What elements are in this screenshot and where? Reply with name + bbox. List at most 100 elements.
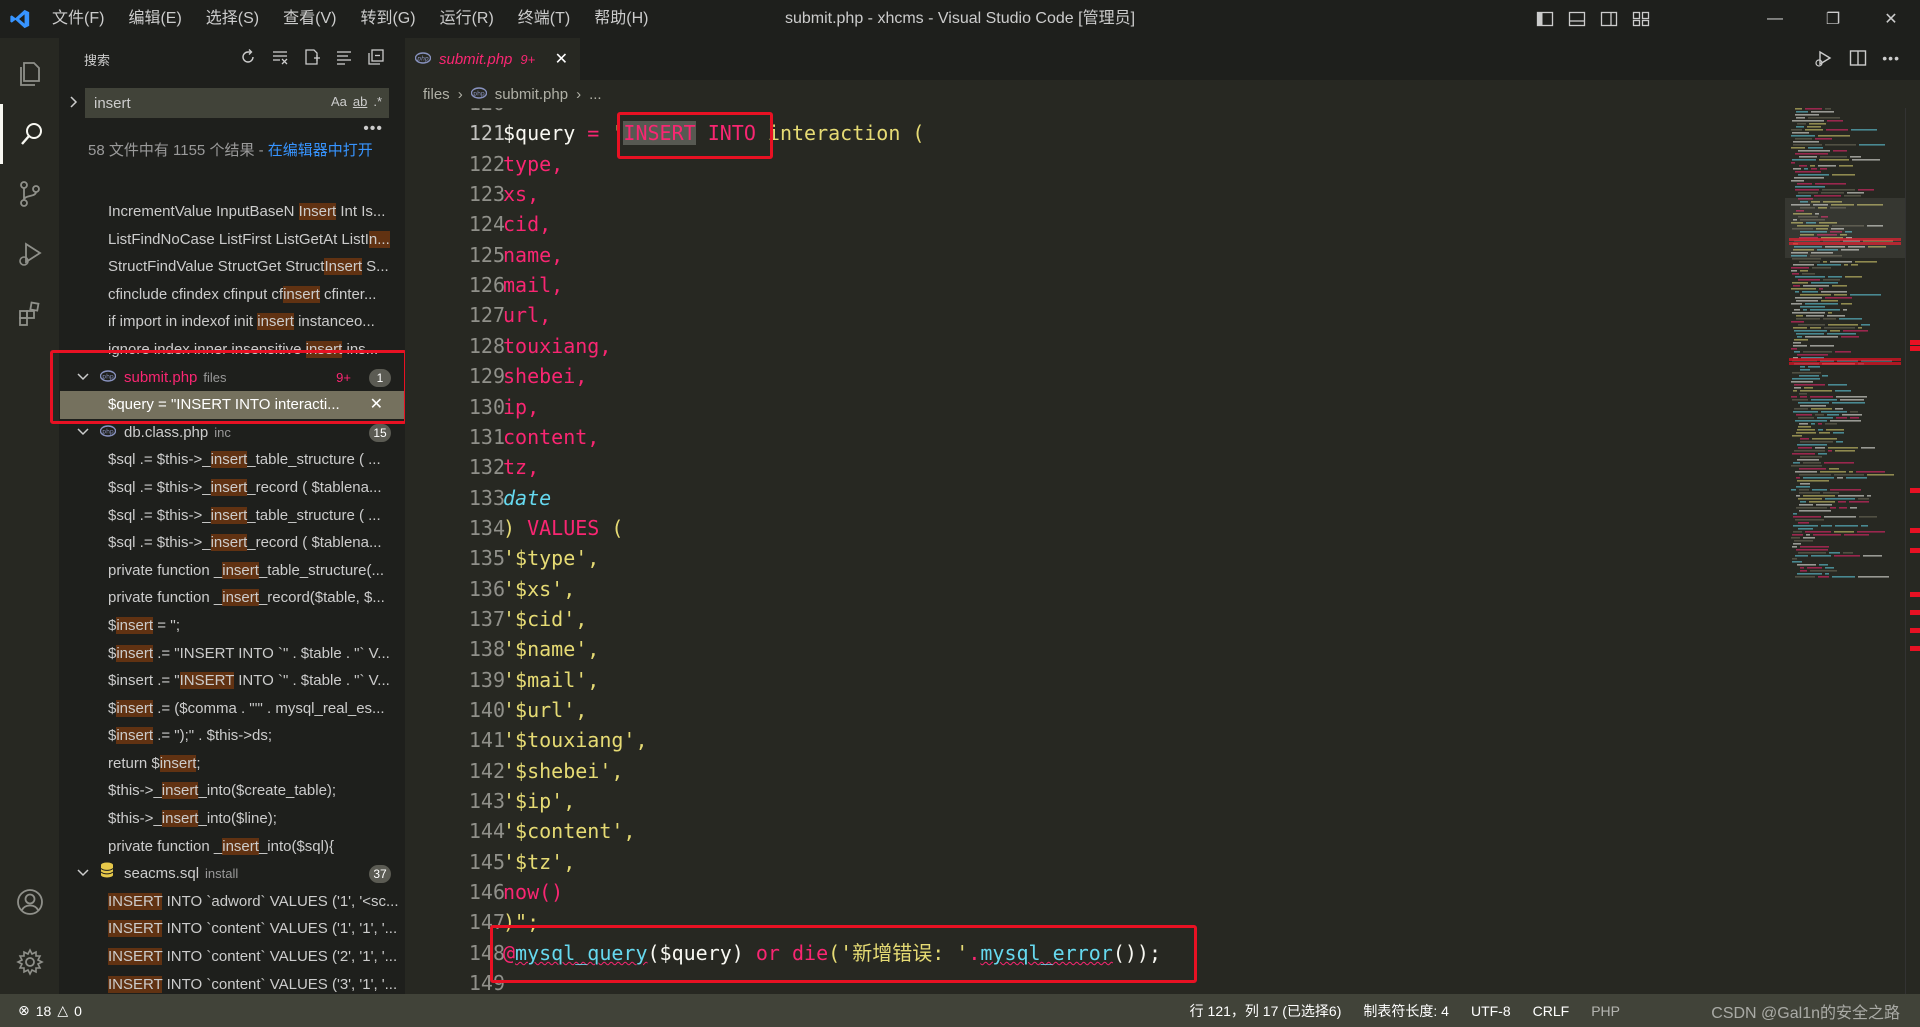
end-of-line[interactable]: CRLF [1533,1003,1570,1019]
problems-indicator[interactable]: ⊗ 18 △ 0 [18,1002,82,1019]
refresh-icon[interactable] [239,48,257,66]
menu-go[interactable]: 转到(G) [348,0,427,38]
result-line[interactable]: INSERT INTO `content` VALUES ('2', '1', … [60,943,405,971]
collapse-all-icon[interactable] [367,48,385,66]
indentation[interactable]: 制表符长度: 4 [1363,1001,1449,1021]
result-line[interactable]: $insert = ''; [60,612,405,640]
result-line[interactable]: INSERT INTO `content` VALUES ('3', '1', … [60,971,405,994]
editor-vertical-scrollbar[interactable] [1905,108,1920,994]
result-line[interactable]: $sql .= $this->_insert_record ( $tablena… [60,474,405,502]
code-line[interactable]: 145 '$tz', [405,847,575,877]
search-input[interactable] [86,89,286,117]
result-line[interactable]: $this->_insert_into($create_table); [60,777,405,805]
cursor-position[interactable]: 行 121，列 17 (已选择6) [1190,1001,1342,1021]
language-mode[interactable]: PHP [1591,1003,1620,1019]
result-line[interactable]: ignore index inner insensitive insert in… [60,336,405,364]
run-debug-icon[interactable] [0,224,60,284]
code-line[interactable]: 129 shebei, [405,361,587,391]
customize-layout-icon[interactable] [1632,10,1650,28]
code-line[interactable]: 122 type, [405,149,563,179]
menu-terminal[interactable]: 终端(T) [506,0,582,38]
result-line[interactable]: IncrementValue InputBaseN Insert Int Is.… [60,198,405,226]
code-line[interactable]: 121 $query = 'INSERT INTO interaction ( [405,118,924,148]
code-line[interactable]: 130 ip, [405,392,539,422]
result-line[interactable]: $insert .= ");" . $this->ds; [60,722,405,750]
code-line[interactable]: 120 [405,108,505,118]
menu-selection[interactable]: 选择(S) [194,0,271,38]
breadcrumb-symbol[interactable]: ... [589,86,602,103]
result-line[interactable]: cfinclude cfindex cfinput cfinsert cfint… [60,281,405,309]
code-line[interactable]: 143 '$ip', [405,786,575,816]
encoding[interactable]: UTF-8 [1471,1003,1511,1019]
clear-results-icon[interactable] [271,48,289,66]
toggle-panel-icon[interactable] [1568,10,1586,28]
result-line-selected[interactable]: $query = "INSERT INTO interacti... ✕ [60,391,405,419]
result-line[interactable]: ListFindNoCase ListFirst ListGetAt ListI… [60,226,405,254]
result-line[interactable]: INSERT INTO `adword` VALUES ('1', '<sc..… [60,888,405,916]
result-line[interactable]: $insert .= "INSERT INTO `" . $table . "`… [60,667,405,695]
result-line[interactable]: private function _insert_table_structure… [60,557,405,585]
code-line[interactable]: 146 now() [405,877,563,907]
menu-file[interactable]: 文件(F) [40,0,116,38]
result-line[interactable]: if import in indexof init insert instanc… [60,308,405,336]
code-line[interactable]: 128 touxiang, [405,331,612,361]
code-line[interactable]: 134) VALUES ( [405,513,624,543]
code-line[interactable]: 147)"; [405,907,539,937]
code-line[interactable]: 144 '$content', [405,816,636,846]
code-line[interactable]: 127 url, [405,300,551,330]
dismiss-result-icon[interactable]: ✕ [370,391,383,419]
split-editor-icon[interactable] [1848,48,1868,68]
code-line[interactable]: 141 '$touxiang', [405,725,648,755]
new-search-editor-icon[interactable] [303,48,321,66]
open-in-editor-link[interactable]: 在编辑器中打开 [268,142,373,159]
menu-run[interactable]: 运行(R) [428,0,506,38]
result-line[interactable]: return $insert; [60,750,405,778]
toggle-sidebar-icon[interactable] [1536,10,1554,28]
code-line[interactable]: 124 cid, [405,209,551,239]
code-line[interactable]: 123 xs, [405,179,539,209]
run-file-icon[interactable] [1814,48,1834,68]
tab-submit-php[interactable]: php submit.php 9+ ✕ [405,38,580,80]
result-line[interactable]: $this->_insert_into($line); [60,805,405,833]
settings-gear-icon[interactable] [0,932,60,992]
code-line[interactable]: 149 [405,968,505,994]
code-line[interactable]: 135 '$type', [405,543,599,573]
extensions-icon[interactable] [0,284,60,344]
explorer-icon[interactable] [0,44,60,104]
minimap[interactable] [1785,108,1905,994]
result-line[interactable]: $sql .= $this->_insert_record ( $tablena… [60,529,405,557]
menu-help[interactable]: 帮助(H) [582,0,660,38]
menu-view[interactable]: 查看(V) [271,0,348,38]
code-editor[interactable]: 120121$query = 'INSERT INTO interaction … [405,108,1785,994]
result-file-submit-php[interactable]: php submit.php files 9+ 1 [60,364,405,392]
code-line[interactable]: 148 @mysql_query($query) or die('新增错误: '.… [405,938,1161,968]
result-file-db-class-php[interactable]: php db.class.php inc 15 [60,419,405,447]
code-line[interactable]: 133 date [405,483,551,513]
close-tab-icon[interactable]: ✕ [555,49,568,69]
code-line[interactable]: 142 '$shebei', [405,756,624,786]
editor-more-actions-icon[interactable]: ••• [1882,48,1900,68]
use-regex-toggle[interactable]: .* [373,94,382,109]
menu-edit[interactable]: 编辑(E) [116,0,193,38]
source-control-icon[interactable] [0,164,60,224]
result-line[interactable]: $sql .= $this->_insert_table_structure (… [60,502,405,530]
minimize-button[interactable]: — [1746,0,1804,38]
result-line[interactable]: StructFindValue StructGet StructInsert S… [60,253,405,281]
result-line[interactable]: INSERT INTO `content` VALUES ('1', '1', … [60,915,405,943]
code-line[interactable]: 138 '$name', [405,634,599,664]
restore-button[interactable]: ❐ [1804,0,1862,38]
minimap-viewport-slider[interactable] [1785,198,1905,258]
result-line[interactable]: private function _insert_record($table, … [60,584,405,612]
result-line[interactable]: $insert .= "INSERT INTO `" . $table . "`… [60,640,405,668]
toggle-secondary-sidebar-icon[interactable] [1600,10,1618,28]
code-line[interactable]: 139 '$mail', [405,665,599,695]
account-icon[interactable] [0,872,60,932]
code-line[interactable]: 131 content, [405,422,599,452]
breadcrumb-file[interactable]: submit.php [495,86,568,103]
code-line[interactable]: 125 name, [405,240,563,270]
code-line[interactable]: 140 '$url', [405,695,587,725]
result-line[interactable]: $insert .= ($comma . "'" . mysql_real_es… [60,695,405,723]
match-case-toggle[interactable]: Aa [331,94,347,109]
toggle-replace-chevron-icon[interactable] [66,94,82,110]
close-window-button[interactable]: ✕ [1862,0,1920,38]
